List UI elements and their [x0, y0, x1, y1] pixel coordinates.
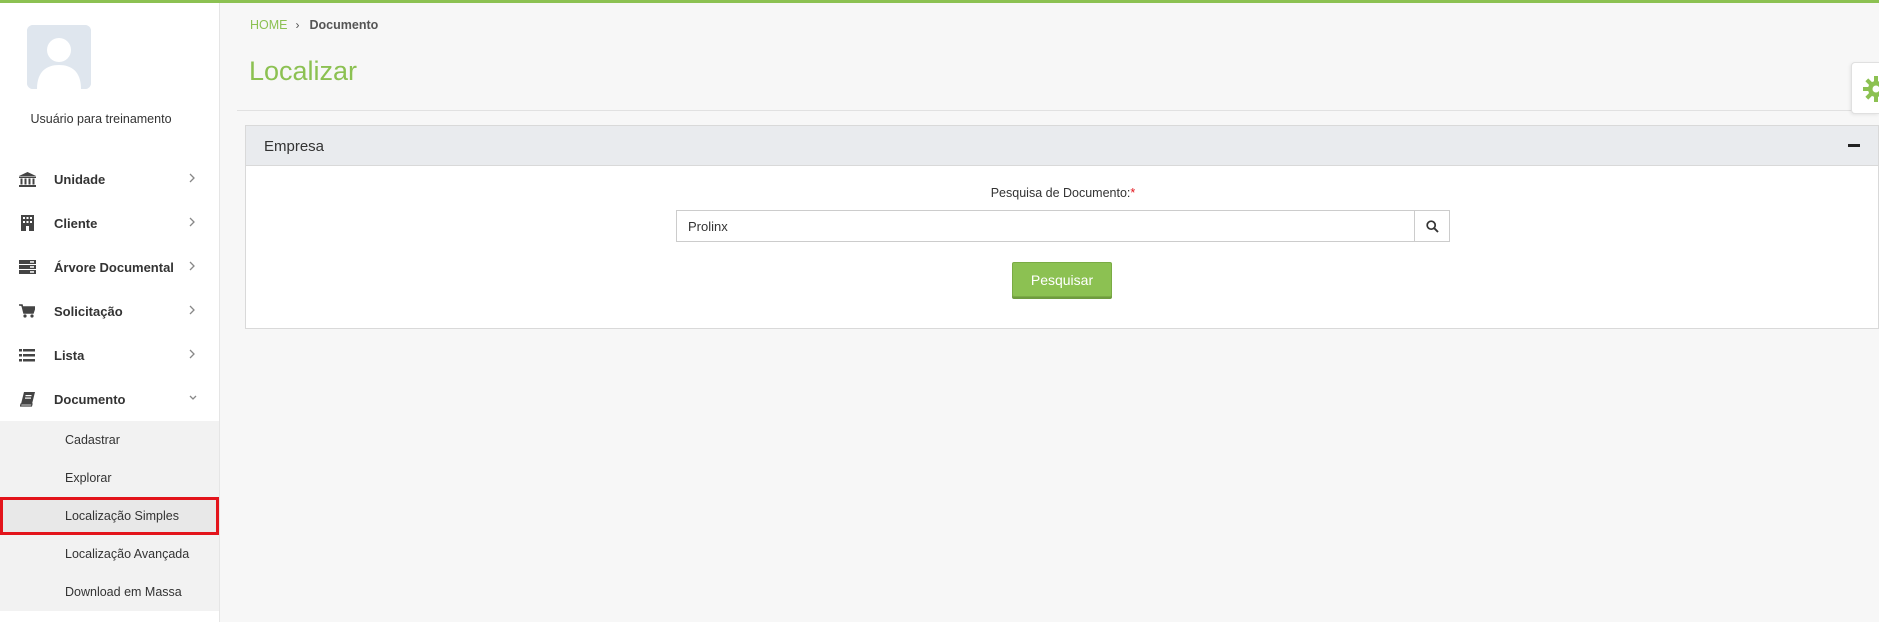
submenu-item-download-em-massa[interactable]: Download em Massa: [0, 573, 219, 611]
page-title: Localizar: [249, 56, 358, 86]
sidebar-item-arvore-documental[interactable]: Árvore Documental: [0, 245, 219, 289]
submenu-item-explorar[interactable]: Explorar: [0, 459, 219, 497]
chevron-right-icon: [188, 304, 198, 316]
user-silhouette-icon: [27, 25, 91, 89]
sidebar-item-label: Cliente: [54, 215, 98, 231]
breadcrumb-home-link[interactable]: HOME: [250, 18, 288, 32]
bank-icon: [18, 171, 36, 187]
search-input[interactable]: [677, 211, 1414, 241]
required-mark: *: [1130, 186, 1136, 200]
avatar[interactable]: [27, 25, 91, 89]
sidebar-item-documento[interactable]: Documento: [0, 377, 219, 421]
documento-submenu: Cadastrar Explorar Localização Simples L…: [0, 421, 219, 611]
chevron-right-icon: [188, 260, 198, 272]
sidebar-item-solicitacao[interactable]: Solicitação: [0, 289, 219, 333]
chevron-right-icon: [188, 348, 198, 360]
chevron-right-icon: [188, 216, 198, 228]
book-icon: [18, 391, 36, 407]
sidebar-item-label: Solicitação: [54, 303, 123, 319]
panel-title: Empresa: [264, 138, 325, 155]
search-field-label: Pesquisa de Documento:*: [246, 186, 1879, 200]
sidebar-item-label: Documento: [54, 391, 126, 407]
title-divider: [237, 110, 1879, 111]
search-button[interactable]: [1414, 211, 1449, 241]
sidebar-item-lista[interactable]: Lista: [0, 333, 219, 377]
sidebar-item-label: Unidade: [54, 171, 106, 187]
sidebar-item-unidade[interactable]: Unidade: [0, 157, 219, 201]
gear-icon: [1863, 76, 1879, 102]
search-icon: [1425, 219, 1439, 233]
submenu-item-localizacao-avancada[interactable]: Localização Avançada: [0, 535, 219, 573]
empresa-panel: Empresa Pesquisa de Documento:* Pesquisa…: [245, 125, 1879, 329]
top-accent-line: [0, 0, 1879, 3]
sidebar-item-label: Lista: [54, 347, 85, 363]
sidebar-item-label: Árvore Documental: [54, 259, 174, 275]
breadcrumb-current: Documento: [309, 18, 379, 32]
panel-header: Empresa: [246, 126, 1878, 166]
breadcrumb-separator: ›: [295, 18, 300, 32]
breadcrumb: HOME › Documento: [250, 18, 378, 32]
submenu-item-localizacao-simples[interactable]: Localização Simples: [0, 497, 219, 535]
sidebar-menu: Unidade Cliente Árvore Documental Solici…: [0, 157, 219, 611]
submenu-item-cadastrar[interactable]: Cadastrar: [0, 421, 219, 459]
settings-tab[interactable]: [1851, 62, 1879, 114]
cart-icon: [18, 303, 36, 319]
user-name: Usuário para treinamento: [30, 112, 172, 126]
chevron-down-icon: [188, 392, 198, 404]
sidebar: Usuário para treinamento Unidade Cliente…: [0, 3, 220, 622]
server-icon: [18, 259, 36, 275]
chevron-right-icon: [188, 172, 198, 184]
search-field-label-text: Pesquisa de Documento:: [990, 186, 1131, 200]
pesquisar-button[interactable]: Pesquisar: [1012, 262, 1112, 297]
collapse-minus-icon[interactable]: [1848, 144, 1860, 147]
building-icon: [18, 215, 36, 231]
search-group: [676, 210, 1450, 242]
sidebar-item-cliente[interactable]: Cliente: [0, 201, 219, 245]
list-icon: [18, 347, 36, 363]
